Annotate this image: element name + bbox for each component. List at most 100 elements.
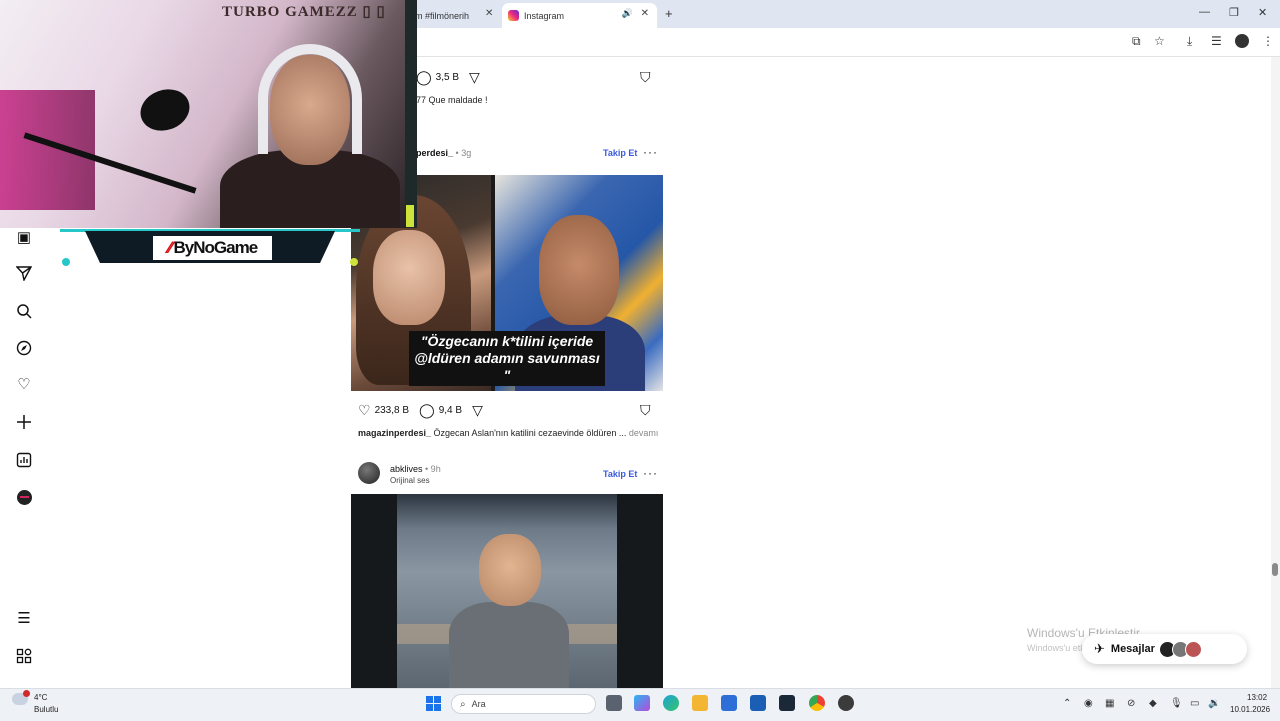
media-control-icon[interactable]: ☰	[1211, 34, 1222, 48]
tab-filmonerileri[interactable]: m #filmönerih ✕	[415, 3, 500, 28]
follow-button[interactable]: Takip Et	[603, 148, 637, 158]
streamer-webcam	[0, 0, 405, 228]
copilot-icon[interactable]	[634, 695, 650, 711]
weather-desc[interactable]: Bulutlu	[34, 705, 58, 714]
chevron-up-icon[interactable]: ⌃	[1063, 698, 1071, 709]
weather-badge	[23, 690, 30, 697]
post-options-icon[interactable]: ···	[643, 466, 658, 480]
frame-accent	[406, 205, 414, 227]
outlook-icon[interactable]	[750, 695, 766, 711]
logo-text: ByNoGame	[173, 238, 259, 257]
headset-icon	[258, 44, 362, 154]
comment-count: 3,5 B	[435, 71, 460, 83]
volume-icon[interactable]: 🔉	[1208, 698, 1220, 709]
avatar	[1184, 640, 1202, 658]
profile-avatar-icon[interactable]	[17, 490, 32, 505]
instagram-favicon-icon	[508, 10, 519, 21]
file-explorer-icon[interactable]	[692, 695, 708, 711]
close-icon[interactable]: ✕	[641, 8, 649, 19]
caption-username[interactable]: magazinperdesi_	[358, 428, 431, 438]
bynogame-logo: ⁄⁄ ByNoGame	[153, 236, 272, 260]
create-plus-icon[interactable]	[16, 414, 32, 430]
search-placeholder: Ara	[471, 699, 486, 709]
avatar[interactable]	[358, 462, 380, 484]
monitor-icon[interactable]: ▭	[1190, 698, 1199, 709]
post-time: • 9h	[425, 464, 441, 474]
defender-icon[interactable]: ◆	[1149, 698, 1157, 709]
post-header: perdesi_ • 3g	[416, 148, 471, 158]
heart-icon[interactable]: ♡	[358, 402, 371, 419]
search-icon: ⌕	[460, 698, 466, 710]
like-count: 233,8 B	[374, 404, 410, 416]
post-video[interactable]	[351, 494, 663, 688]
comment-icon[interactable]: ◯	[419, 402, 435, 419]
more-menu-icon[interactable]: ☰	[16, 611, 32, 627]
dashboard-icon[interactable]	[16, 452, 32, 468]
chrome-icon[interactable]	[809, 695, 825, 711]
profile-avatar[interactable]	[1235, 34, 1249, 48]
speaker-icon[interactable]: 🔊	[622, 8, 633, 19]
close-icon[interactable]: ✕	[485, 8, 493, 19]
task-view-icon[interactable]	[606, 695, 622, 711]
follow-button[interactable]: Takip Et	[603, 469, 637, 479]
tab-instagram[interactable]: Instagram 🔊 ✕	[502, 3, 657, 28]
post-username[interactable]: perdesi_	[416, 148, 453, 158]
edge-icon[interactable]	[663, 695, 679, 711]
stream-title: TURBO GAMEZZ ▯ ▯	[222, 4, 386, 20]
comment-count: 9,4 B	[438, 404, 463, 416]
heart-icon[interactable]: ♡	[16, 377, 32, 393]
messages-label: Mesajlar	[1110, 643, 1155, 655]
bookmark-icon[interactable]: ⛉	[640, 402, 651, 419]
clock-time[interactable]: 13:02	[1247, 693, 1267, 702]
reels-icon[interactable]: ▣	[16, 230, 32, 246]
share-icon[interactable]: ▽	[472, 402, 483, 419]
explore-compass-icon[interactable]	[16, 340, 32, 356]
banner-dot	[62, 258, 70, 266]
post-actions: ◯ 3,5 B ▽	[416, 69, 484, 85]
send-icon: ✈	[1094, 641, 1105, 656]
weather-temp[interactable]: 4°C	[34, 693, 47, 702]
also-from-meta-icon[interactable]	[16, 648, 32, 664]
audio-label[interactable]: Orijinal ses	[390, 476, 430, 485]
close-window-icon[interactable]: ✕	[1258, 6, 1267, 19]
image-overlay-text: "Özgecanın k*tilini içeride @ldüren adam…	[409, 331, 605, 386]
post-caption: 77 Que maldade !	[416, 95, 488, 105]
new-tab-button[interactable]: +	[665, 6, 673, 21]
steam-tray-icon[interactable]: ◉	[1084, 698, 1093, 709]
search-icon[interactable]	[16, 303, 32, 319]
post-time: • 3g	[455, 148, 472, 158]
microphone-icon[interactable]: 🎙	[1170, 698, 1183, 709]
taskbar-search[interactable]: ⌕ Ara	[451, 694, 596, 714]
tab-label: m #filmönerih	[415, 10, 470, 21]
clock-date[interactable]: 10.01.2026	[1230, 705, 1270, 714]
post-caption: magazinperdesi_ Özgecan Aslan'nın katili…	[358, 428, 658, 438]
post-header: abklives • 9h	[390, 464, 441, 474]
star-icon[interactable]: ☆	[1154, 34, 1165, 48]
menu-kebab-icon[interactable]: ⋮	[1262, 34, 1274, 48]
post-actions: ♡ 233,8 B ◯ 9,4 B ▽	[358, 402, 487, 418]
app-icon[interactable]	[838, 695, 854, 711]
scrollbar-thumb[interactable]	[1272, 563, 1278, 576]
restore-icon[interactable]: ❐	[1229, 6, 1239, 19]
steam-icon[interactable]	[779, 695, 795, 711]
app-tray-icon[interactable]: ▦	[1105, 698, 1114, 709]
minimize-icon[interactable]: —	[1199, 6, 1210, 18]
caption-more-link[interactable]: devamı	[626, 428, 659, 438]
share-icon[interactable]: ▽	[469, 69, 480, 86]
install-app-icon[interactable]: ⧉	[1132, 34, 1141, 49]
download-icon[interactable]: ⤓	[1187, 34, 1192, 49]
page-scrollbar[interactable]	[1271, 57, 1280, 688]
comment-icon[interactable]: ◯	[416, 69, 432, 86]
store-icon[interactable]	[721, 695, 737, 711]
tab-label: Instagram	[524, 10, 565, 21]
post-options-icon[interactable]: ···	[643, 145, 658, 159]
post-username[interactable]: abklives	[390, 464, 423, 474]
send-icon[interactable]	[15, 265, 33, 283]
bookmark-icon[interactable]: ⛉	[640, 69, 651, 86]
network-tray-icon[interactable]: ⊘	[1127, 698, 1135, 709]
messages-button[interactable]: ✈ Mesajlar	[1082, 634, 1247, 664]
webcam-frame	[405, 0, 417, 228]
banner-dot	[350, 258, 358, 266]
caption-text: Özgecan Aslan'nın katilini cezaevinde öl…	[431, 428, 627, 438]
windows-start-icon[interactable]	[426, 696, 441, 711]
